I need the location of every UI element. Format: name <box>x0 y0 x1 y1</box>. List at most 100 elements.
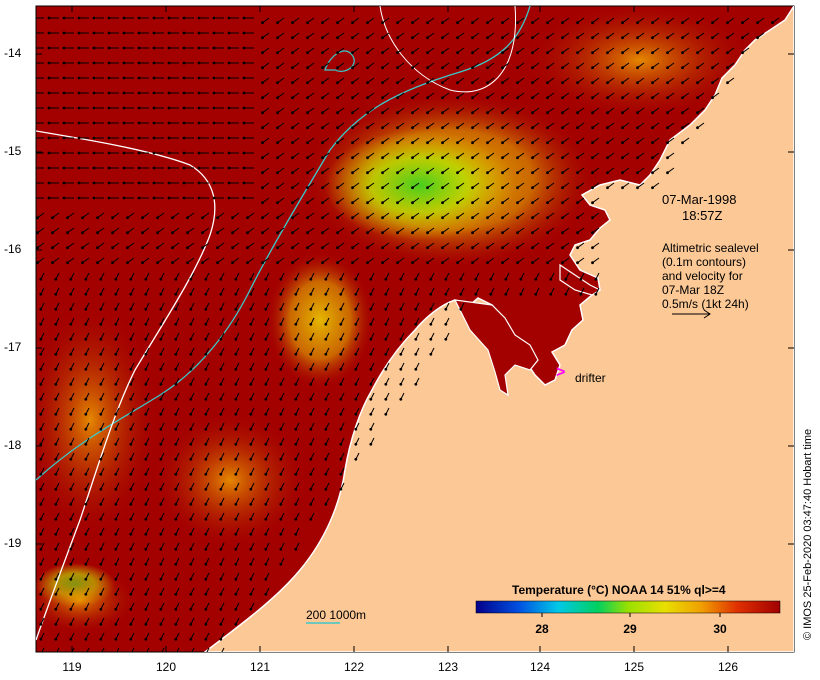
velocity-arrow-head <box>69 292 73 296</box>
velocity-arrow-head <box>107 31 111 35</box>
velocity-arrow-head <box>309 367 313 371</box>
velocity-arrow-head <box>99 337 103 341</box>
velocity-arrow-head <box>114 577 118 581</box>
velocity-arrow-head <box>396 216 399 220</box>
velocity-arrow-head <box>99 517 103 521</box>
velocity-arrow-head <box>204 412 208 416</box>
velocity-arrow-head <box>189 442 193 446</box>
velocity-arrow-head <box>69 562 73 566</box>
velocity-arrow-head <box>152 151 156 155</box>
velocity-arrow-head <box>561 81 564 85</box>
velocity-arrow-head <box>47 121 51 125</box>
velocity-arrow-head <box>651 156 654 160</box>
velocity-arrow-head <box>456 156 459 160</box>
velocity-arrow-head <box>636 186 639 190</box>
velocity-arrow-head <box>204 592 208 596</box>
velocity-arrow-head <box>246 216 249 220</box>
velocity-arrow-head <box>234 307 238 311</box>
velocity-arrow-head <box>152 136 156 140</box>
velocity-arrow-head <box>39 412 43 416</box>
velocity-arrow-head <box>384 292 388 296</box>
credit-text: © IMOS 25-Feb-2020 03:47:40 Hobart time <box>802 428 814 640</box>
velocity-arrow-head <box>471 141 474 145</box>
altimetry-legend: Altimetric sealevel (0.1m contours) and … <box>662 241 772 311</box>
velocity-arrow-head <box>182 166 186 170</box>
velocity-arrow-head <box>137 76 141 80</box>
velocity-arrow-head <box>99 547 103 551</box>
velocity-arrow-head <box>339 307 343 311</box>
velocity-arrow-head <box>174 532 178 536</box>
velocity-arrow-head <box>197 61 201 65</box>
velocity-arrow-head <box>174 653 177 656</box>
velocity-arrow-head <box>426 141 429 145</box>
velocity-arrow-head <box>264 577 268 581</box>
velocity-arrow-head <box>84 502 88 506</box>
velocity-arrow-head <box>144 487 148 491</box>
velocity-arrow-head <box>324 442 328 446</box>
velocity-arrow-head <box>696 96 699 100</box>
velocity-arrow-head <box>219 502 223 506</box>
velocity-arrow-head <box>189 517 193 521</box>
velocity-arrow-head <box>411 21 414 25</box>
velocity-arrow-head <box>144 427 148 431</box>
velocity-arrow-head <box>339 352 343 356</box>
velocity-arrow-head <box>231 231 234 235</box>
velocity-arrow-head <box>84 382 88 386</box>
lat-label: -18 <box>4 438 22 452</box>
velocity-arrow-head <box>294 487 298 491</box>
velocity-arrow-head <box>234 367 238 371</box>
velocity-arrow-head <box>33 107 36 110</box>
velocity-arrow-head <box>711 81 714 85</box>
velocity-arrow-head <box>54 502 58 506</box>
velocity-arrow-head <box>189 337 193 341</box>
velocity-arrow-head <box>92 106 96 110</box>
velocity-arrow-head <box>276 126 279 130</box>
velocity-arrow-head <box>144 277 148 281</box>
velocity-arrow-head <box>182 121 186 125</box>
velocity-arrow-head <box>291 201 294 205</box>
velocity-arrow-head <box>197 16 201 20</box>
velocity-arrow-head <box>324 487 328 491</box>
velocity-arrow-head <box>227 166 231 170</box>
velocity-arrow-head <box>411 261 414 265</box>
velocity-arrow-head <box>576 171 579 175</box>
velocity-arrow-head <box>471 261 474 265</box>
velocity-arrow-head <box>114 382 118 386</box>
lat-label: -15 <box>4 144 22 158</box>
velocity-arrow-head <box>167 151 171 155</box>
velocity-arrow-head <box>426 156 429 160</box>
velocity-arrow-head <box>501 81 504 85</box>
velocity-arrow-head <box>39 487 43 491</box>
velocity-arrow-head <box>114 472 118 476</box>
velocity-arrow-head <box>321 51 324 55</box>
velocity-arrow-head <box>531 96 534 100</box>
velocity-arrow-head <box>621 156 624 160</box>
velocity-arrow-head <box>99 562 103 566</box>
velocity-arrow-head <box>264 502 268 506</box>
velocity-arrow-head <box>156 261 159 265</box>
velocity-arrow-head <box>444 277 448 281</box>
velocity-arrow-head <box>51 261 54 265</box>
velocity-arrow-head <box>324 397 328 401</box>
velocity-arrow-head <box>54 382 58 386</box>
velocity-arrow-head <box>189 307 193 311</box>
velocity-arrow-head <box>47 106 51 110</box>
velocity-arrow-head <box>291 126 294 130</box>
velocity-arrow-head <box>516 96 519 100</box>
velocity-arrow-head <box>396 126 399 130</box>
velocity-arrow-head <box>171 231 174 235</box>
velocity-arrow-head <box>242 61 246 65</box>
velocity-arrow-head <box>129 412 133 416</box>
velocity-arrow-head <box>69 547 73 551</box>
velocity-arrow-head <box>324 427 328 431</box>
velocity-arrow-head <box>261 231 264 235</box>
velocity-arrow-head <box>204 457 208 461</box>
velocity-arrow-head <box>381 96 384 100</box>
velocity-arrow-head <box>591 216 594 220</box>
velocity-arrow-head <box>249 502 253 506</box>
velocity-arrow-head <box>324 457 328 461</box>
velocity-arrow-head <box>576 96 579 100</box>
velocity-arrow-head <box>54 427 58 431</box>
velocity-arrow-head <box>144 622 148 626</box>
velocity-arrow-head <box>621 81 624 85</box>
